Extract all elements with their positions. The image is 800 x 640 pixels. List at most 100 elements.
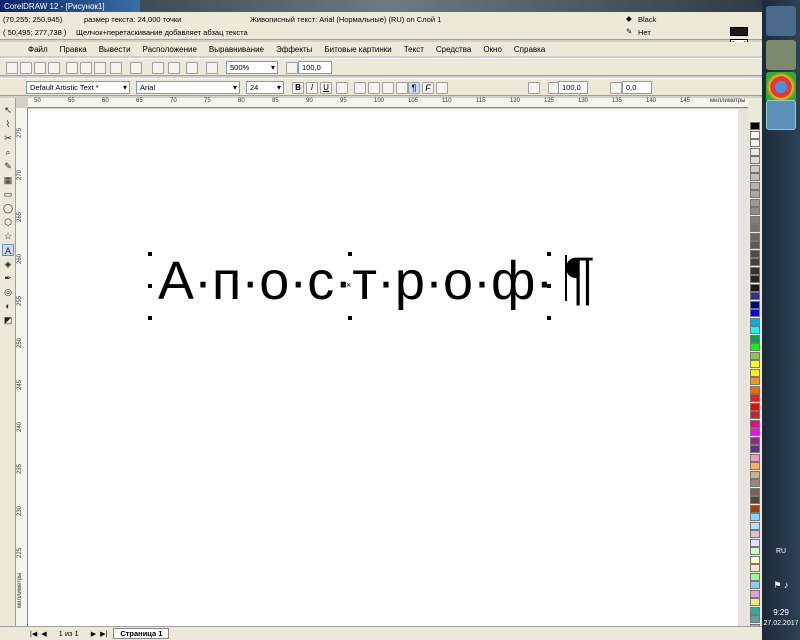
- palette-swatch[interactable]: [750, 317, 760, 326]
- zoom-tool-icon[interactable]: ⌕: [2, 146, 14, 158]
- palette-swatch[interactable]: [750, 564, 760, 572]
- copy-icon[interactable]: [80, 62, 92, 74]
- prev-page-button[interactable]: ◀: [41, 630, 46, 638]
- palette-swatch[interactable]: [750, 419, 760, 428]
- orientation-icon[interactable]: [436, 82, 448, 94]
- palette-swatch[interactable]: [750, 606, 760, 615]
- palette-swatch[interactable]: [750, 496, 760, 504]
- palette-swatch[interactable]: [750, 453, 760, 462]
- edit-text-button[interactable]: F: [422, 82, 434, 94]
- open-icon[interactable]: [20, 62, 32, 74]
- font-size-select[interactable]: 24: [246, 81, 284, 94]
- ellipse-tool-icon[interactable]: ◯: [2, 202, 14, 214]
- palette-swatch[interactable]: [750, 360, 760, 368]
- folder-icon[interactable]: [766, 40, 796, 70]
- palette-swatch[interactable]: [750, 521, 760, 530]
- palette-swatch[interactable]: [750, 164, 760, 173]
- palette-swatch[interactable]: [750, 232, 760, 241]
- char-format-icon[interactable]: [354, 82, 366, 94]
- snap-icon[interactable]: [206, 62, 218, 74]
- export-icon[interactable]: [168, 62, 180, 74]
- palette-swatch[interactable]: [750, 504, 760, 513]
- chrome-icon[interactable]: [766, 72, 796, 102]
- palette-swatch[interactable]: [750, 351, 760, 360]
- palette-swatch[interactable]: [750, 598, 760, 606]
- palette-swatch[interactable]: [750, 130, 760, 139]
- italic-button[interactable]: I: [306, 82, 318, 94]
- coreldraw-taskbar-icon[interactable]: [766, 100, 796, 130]
- vertical-scrollbar[interactable]: [738, 109, 748, 626]
- basic-shapes-tool-icon[interactable]: ☆: [2, 230, 14, 242]
- palette-swatch[interactable]: [750, 385, 760, 394]
- menu-item[interactable]: Выравнивание: [203, 45, 270, 54]
- palette-swatch[interactable]: [750, 266, 760, 275]
- menu-item[interactable]: Эффекты: [270, 45, 318, 54]
- import-icon[interactable]: [152, 62, 164, 74]
- palette-swatch[interactable]: [750, 411, 760, 419]
- freehand-tool-icon[interactable]: ✎: [2, 160, 14, 172]
- menu-item[interactable]: Вывести: [93, 45, 137, 54]
- redo-icon[interactable]: [130, 62, 142, 74]
- first-page-button[interactable]: |◀: [30, 630, 37, 638]
- fill-tool-icon[interactable]: ◐: [2, 300, 14, 312]
- shape-tool-icon[interactable]: ⌇: [2, 118, 14, 130]
- palette-swatch[interactable]: [750, 581, 760, 589]
- palette-swatch[interactable]: [750, 139, 760, 147]
- next-page-button[interactable]: ▶: [91, 630, 96, 638]
- palette-swatch[interactable]: [750, 589, 760, 598]
- palette-swatch[interactable]: [750, 445, 760, 453]
- interactive-fill-tool-icon[interactable]: ◩: [2, 314, 14, 326]
- palette-swatch[interactable]: [750, 198, 760, 207]
- palette-swatch[interactable]: [750, 215, 760, 224]
- palette-swatch[interactable]: [750, 326, 760, 334]
- vertical-ruler[interactable]: 275 270 265 260 255 250 245 240 235 230 225 миллиме…: [16, 108, 28, 626]
- artistic-text[interactable]: А·п·о·с·т·р·о·ф·: [158, 251, 553, 311]
- last-page-button[interactable]: ▶|: [100, 630, 107, 638]
- style-select[interactable]: Default Artistic Text *: [26, 81, 130, 94]
- tab-icon[interactable]: [396, 82, 408, 94]
- palette-swatch[interactable]: [750, 530, 760, 538]
- nudge-field[interactable]: 100,0: [298, 61, 332, 74]
- palette-swatch[interactable]: [750, 377, 760, 385]
- palette-swatch[interactable]: [750, 402, 760, 411]
- palette-swatch[interactable]: [750, 436, 760, 445]
- palette-swatch[interactable]: [750, 513, 760, 521]
- palette-swatch[interactable]: [750, 487, 760, 496]
- palette-swatch[interactable]: [750, 173, 760, 181]
- palette-swatch[interactable]: [750, 147, 760, 156]
- palette-swatch[interactable]: [750, 207, 760, 215]
- palette-swatch[interactable]: [750, 470, 760, 479]
- clock-time[interactable]: 9:29: [762, 608, 800, 617]
- palette-swatch[interactable]: [750, 309, 760, 317]
- palette-swatch[interactable]: [750, 547, 760, 555]
- palette-swatch[interactable]: [750, 241, 760, 249]
- palette-swatch[interactable]: [750, 224, 760, 232]
- fill-swatch[interactable]: [730, 27, 748, 36]
- palette-swatch[interactable]: [750, 394, 760, 402]
- palette-swatch[interactable]: [750, 156, 760, 164]
- pilcrow-button[interactable]: ¶: [408, 82, 420, 94]
- palette-swatch[interactable]: [750, 249, 760, 258]
- selection-handle[interactable]: [348, 316, 352, 320]
- selection-handle[interactable]: [148, 284, 152, 288]
- palette-swatch[interactable]: [750, 258, 760, 266]
- envelope-icon[interactable]: [528, 82, 540, 94]
- selection-handle[interactable]: [547, 252, 551, 256]
- new-icon[interactable]: [6, 62, 18, 74]
- selection-handle[interactable]: [547, 316, 551, 320]
- palette-swatch[interactable]: [750, 462, 760, 470]
- horizontal-ruler[interactable]: 50 55 60 65 70 75 80 85 90 95 100 105 110 115 120 125 13…: [28, 98, 748, 108]
- tray-icons[interactable]: ⚑ ♪: [762, 580, 800, 591]
- selection-handle[interactable]: [348, 252, 352, 256]
- palette-swatch[interactable]: [750, 368, 760, 377]
- menu-item[interactable]: Справка: [508, 45, 551, 54]
- clock-date[interactable]: 27.02.2017: [762, 620, 800, 627]
- undo-icon[interactable]: [110, 62, 122, 74]
- menu-item[interactable]: Файл: [22, 45, 54, 54]
- palette-swatch[interactable]: [750, 343, 760, 351]
- polygon-tool-icon[interactable]: ⬡: [2, 216, 14, 228]
- zoom-select[interactable]: 500%: [226, 61, 278, 74]
- language-indicator[interactable]: RU: [762, 548, 800, 555]
- bold-button[interactable]: B: [292, 82, 304, 94]
- crop-tool-icon[interactable]: ✂: [2, 132, 14, 144]
